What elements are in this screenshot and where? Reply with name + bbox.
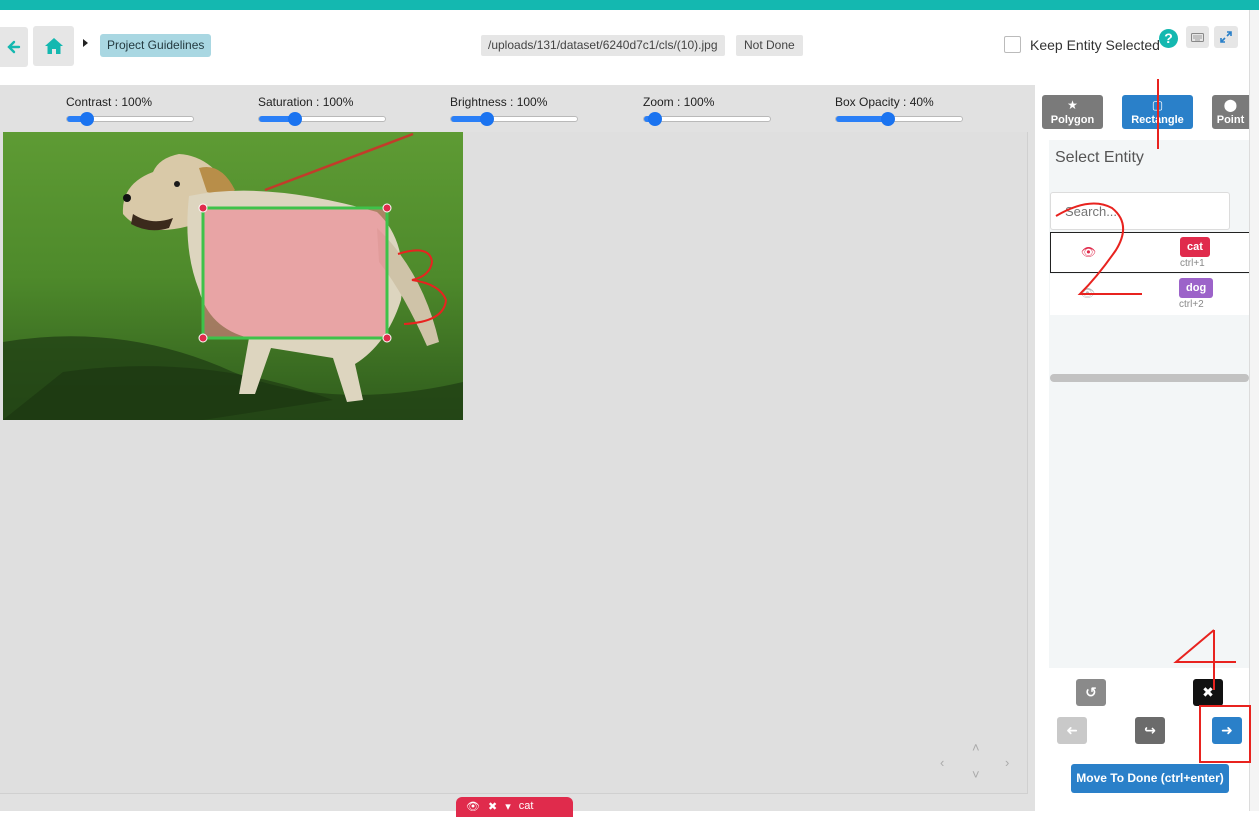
project-guidelines-button[interactable]: Project Guidelines bbox=[100, 34, 212, 57]
box-opacity-slider-group: Box Opacity : 40% bbox=[835, 95, 965, 126]
annotation-toolbar: 👁 ✖ ▾ cat bbox=[456, 797, 573, 817]
arrow-right-icon: ➜ bbox=[1221, 722, 1233, 738]
saturation-slider-group: Saturation : 100% bbox=[258, 95, 388, 126]
undo-rotate-icon: ↺ bbox=[1085, 684, 1097, 700]
reset-button[interactable]: ↺ bbox=[1076, 679, 1106, 706]
file-path-badge: /uploads/131/dataset/6240d7c1/cls/(10).j… bbox=[481, 35, 725, 56]
close-icon[interactable]: ✖ bbox=[488, 800, 497, 813]
status-badge: Not Done bbox=[736, 35, 803, 56]
eye-icon[interactable]: 👁 bbox=[466, 800, 480, 813]
pan-up-icon[interactable]: ˄ bbox=[972, 740, 980, 755]
close-icon: ✖ bbox=[1202, 684, 1214, 700]
pan-right-icon[interactable]: › bbox=[1005, 755, 1009, 770]
keyboard-icon bbox=[1191, 32, 1204, 42]
delete-button[interactable]: ✖ bbox=[1193, 679, 1223, 706]
entity-panel: Select Entity 👁 cat ctrl+1 👁 dog ctrl+2 bbox=[1049, 140, 1250, 668]
box-opacity-label: Box Opacity : 40% bbox=[835, 95, 934, 109]
point-tool-label: Point bbox=[1216, 114, 1245, 126]
saturation-label: Saturation : 100% bbox=[258, 95, 354, 109]
brightness-slider-group: Brightness : 100% bbox=[450, 95, 580, 126]
next-image-button[interactable]: ➜ bbox=[1212, 717, 1242, 744]
redo-icon: ↪ bbox=[1144, 722, 1156, 738]
entity-row-cat[interactable]: 👁 cat ctrl+1 bbox=[1050, 232, 1250, 273]
annotation-entity-label: cat bbox=[518, 800, 534, 812]
point-tool-button[interactable]: ⬤ Point bbox=[1212, 95, 1249, 129]
pan-left-icon[interactable]: ‹ bbox=[940, 755, 944, 770]
brightness-label: Brightness : 100% bbox=[450, 95, 548, 109]
contrast-slider-group: Contrast : 100% bbox=[66, 95, 196, 126]
top-accent-bar bbox=[0, 0, 1259, 10]
entity-list-scrollbar[interactable] bbox=[1050, 374, 1249, 382]
contrast-label: Contrast : 100% bbox=[66, 95, 153, 109]
pan-down-icon[interactable]: ˅ bbox=[972, 767, 980, 782]
previous-image-button[interactable]: ➜ bbox=[1057, 717, 1087, 744]
brightness-slider[interactable] bbox=[450, 112, 578, 126]
dog-photo[interactable] bbox=[3, 132, 463, 420]
star-icon: ★ bbox=[1067, 98, 1078, 112]
saturation-slider[interactable] bbox=[258, 112, 386, 126]
brightness-slider-thumb[interactable] bbox=[480, 112, 494, 126]
map-marker-icon: ⬤ bbox=[1223, 98, 1238, 112]
zoom-slider-thumb[interactable] bbox=[648, 112, 662, 126]
back-button[interactable] bbox=[0, 27, 28, 67]
help-icon[interactable]: ? bbox=[1159, 29, 1178, 48]
keep-entity-checkbox[interactable] bbox=[1004, 36, 1021, 53]
fullscreen-button[interactable] bbox=[1214, 26, 1238, 48]
zoom-slider[interactable] bbox=[643, 112, 771, 126]
window-scrollbar[interactable] bbox=[1249, 10, 1259, 811]
entity-row-dog[interactable]: 👁 dog ctrl+2 bbox=[1050, 274, 1250, 315]
home-icon bbox=[44, 38, 63, 54]
arrow-left-icon bbox=[7, 40, 21, 54]
entity-badge-cat[interactable]: cat bbox=[1180, 237, 1210, 257]
move-to-done-button[interactable]: Move To Done (ctrl+enter) bbox=[1071, 764, 1229, 793]
eye-icon[interactable]: 👁 bbox=[1081, 245, 1096, 259]
chevron-down-icon[interactable]: ▾ bbox=[505, 800, 511, 813]
expand-icon bbox=[1220, 31, 1232, 43]
contrast-slider-thumb[interactable] bbox=[80, 112, 94, 126]
entity-badge-dog[interactable]: dog bbox=[1179, 278, 1214, 298]
rectangle-tool-label: Rectangle bbox=[1131, 114, 1184, 126]
saturation-slider-thumb[interactable] bbox=[288, 112, 302, 126]
home-button[interactable] bbox=[33, 26, 74, 66]
pan-controls: ‹ ˄ ˅ › bbox=[932, 740, 1022, 790]
redo-button[interactable]: ↪ bbox=[1135, 717, 1165, 744]
zoom-label: Zoom : 100% bbox=[643, 95, 715, 109]
right-sidebar: ★ Polygon ▢ Rectangle ⬤ Point Select Ent… bbox=[1035, 85, 1250, 811]
arrow-left-icon: ➜ bbox=[1066, 722, 1078, 738]
box-opacity-slider-thumb[interactable] bbox=[881, 112, 895, 126]
rectangle-tool-button[interactable]: ▢ Rectangle bbox=[1122, 95, 1193, 129]
box-opacity-slider[interactable] bbox=[835, 112, 963, 126]
entity-shortcut-dog: ctrl+2 bbox=[1179, 299, 1204, 310]
polygon-tool-label: Polygon bbox=[1050, 114, 1095, 126]
contrast-slider[interactable] bbox=[66, 112, 194, 126]
entity-shortcut-cat: ctrl+1 bbox=[1180, 258, 1205, 269]
eye-icon[interactable]: 👁 bbox=[1080, 286, 1095, 300]
breadcrumb-caret-icon bbox=[83, 39, 88, 47]
square-icon: ▢ bbox=[1151, 98, 1164, 112]
header-bar: Project Guidelines /uploads/131/dataset/… bbox=[0, 10, 1259, 85]
select-entity-title: Select Entity bbox=[1055, 149, 1144, 166]
entity-search-input[interactable] bbox=[1050, 192, 1230, 230]
zoom-slider-group: Zoom : 100% bbox=[643, 95, 773, 126]
keyboard-shortcuts-button[interactable] bbox=[1186, 26, 1209, 48]
keep-entity-label: Keep Entity Selected bbox=[1030, 37, 1160, 53]
polygon-tool-button[interactable]: ★ Polygon bbox=[1042, 95, 1103, 129]
